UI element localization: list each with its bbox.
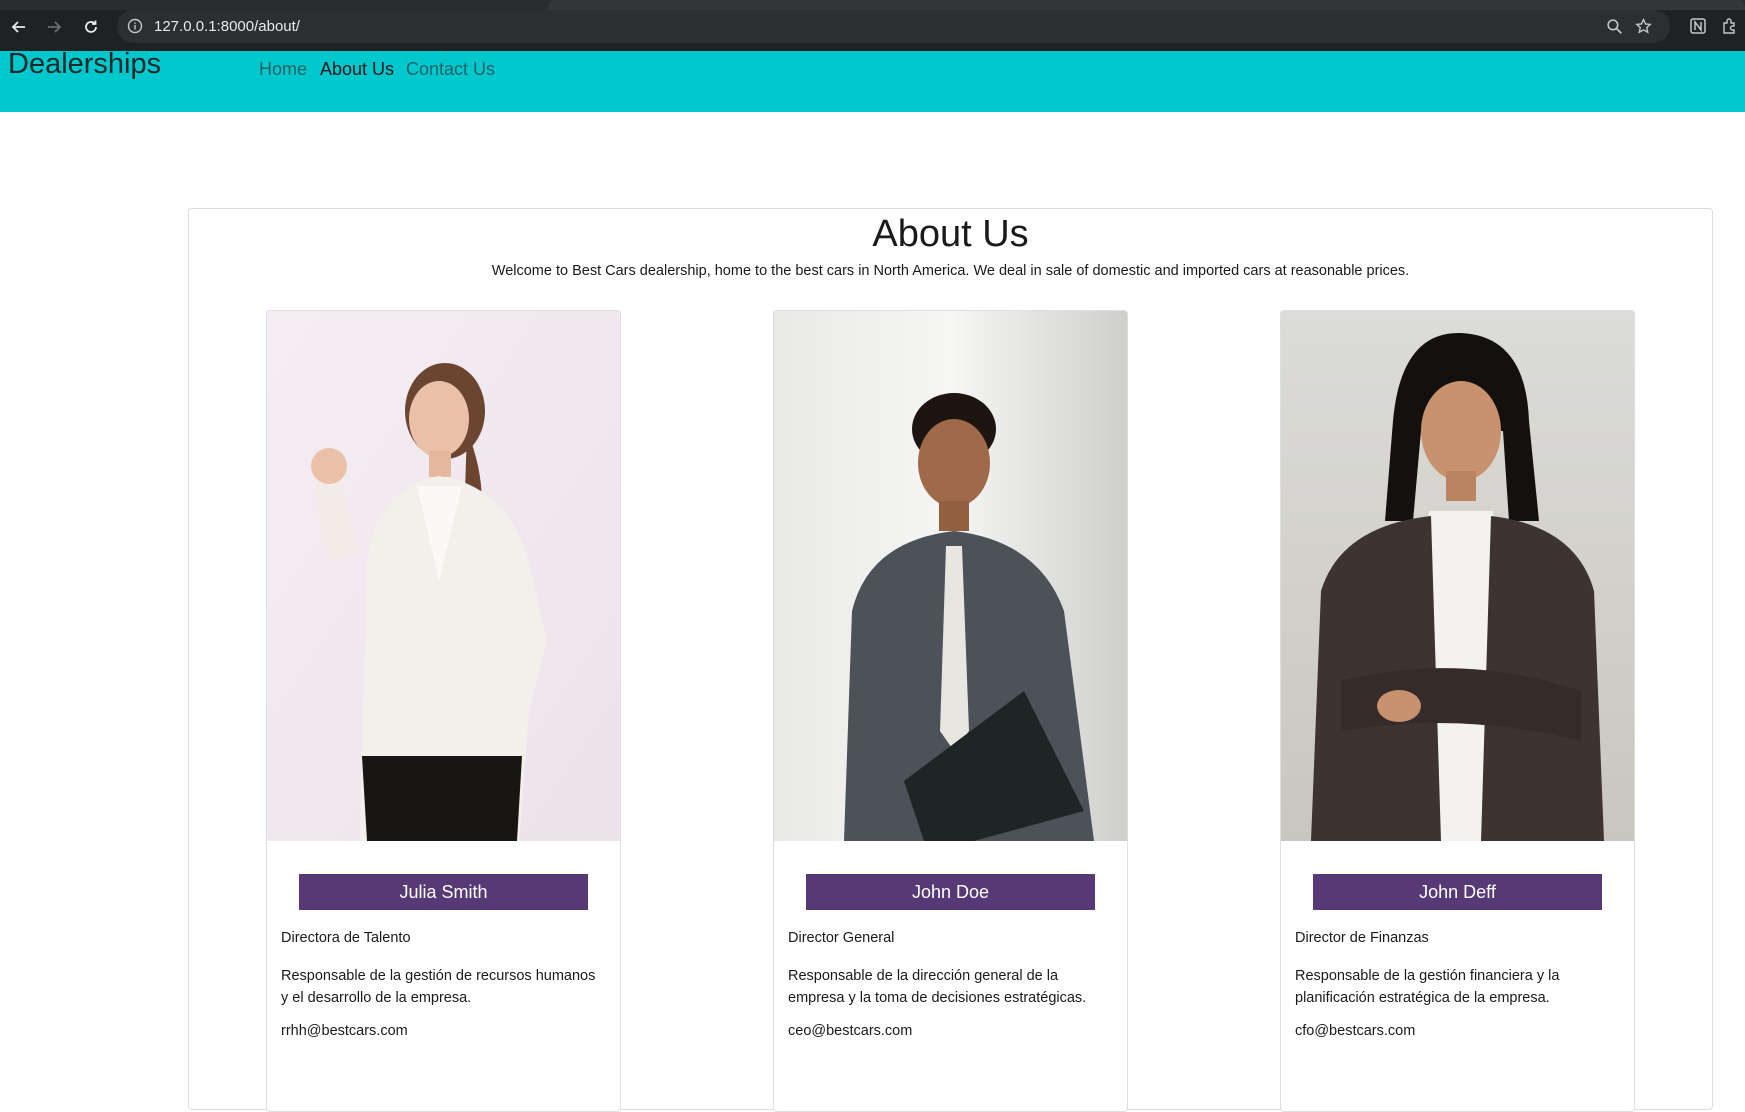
portrait-photo [1281,311,1634,841]
description-text: Responsable de la dirección general de l… [788,968,1087,1006]
zoom-icon[interactable] [1606,18,1623,35]
email-text: ceo@bestcars.com [788,1023,913,1039]
nav-link-home[interactable]: Home [259,59,307,80]
description-text: Responsable de la gestión de recursos hu… [281,968,596,1006]
reload-button[interactable] [78,14,104,40]
nav-link-about-us[interactable]: About Us [320,59,394,80]
arrow-right-icon [48,21,62,33]
notion-extension-icon[interactable] [1689,17,1707,35]
nav-link-contact-us[interactable]: Contact Us [406,59,495,80]
name-banner: Julia Smith [299,874,588,910]
intro-text: Welcome to Best Cars dealership, home to… [491,263,1410,279]
info-icon[interactable] [127,18,143,34]
name-banner: John Deff [1313,874,1602,910]
arrow-left-icon [11,21,25,33]
extensions-puzzle-icon[interactable] [1721,17,1739,35]
portrait-photo [267,311,620,841]
role-text: Director de Finanzas [1295,930,1429,946]
portrait-photo [774,311,1127,841]
site-navbar: Dealerships Home About Us Contact Us [0,48,1745,112]
back-button[interactable] [6,14,32,40]
brand-logo[interactable]: Dealerships [8,48,161,81]
role-text: Directora de Talento [281,930,411,946]
address-bar[interactable]: 127.0.0.1:8000/about/ [117,10,1670,43]
bookmark-star-icon[interactable] [1635,18,1652,35]
email-text: rrhh@bestcars.com [281,1023,408,1039]
team-member-card: John Doe Director General Responsable de… [773,310,1128,1112]
active-tab[interactable] [548,0,1745,10]
url-text[interactable]: 127.0.0.1:8000/about/ [154,18,300,35]
about-card: About Us Welcome to Best Cars dealership… [188,208,1713,1112]
description-text: Responsable de la gestión financiera y l… [1295,968,1560,1006]
name-banner: John Doe [806,874,1095,910]
email-text: cfo@bestcars.com [1295,1023,1416,1039]
team-member-card: John Deff Director de Finanzas Responsab… [1280,310,1635,1112]
page-title: About Us [872,213,1029,255]
role-text: Director General [788,930,895,946]
team-member-card: Julia Smith Directora de Talento Respons… [266,310,621,1112]
tab-strip [0,0,1745,10]
reload-icon [85,20,97,33]
forward-button[interactable] [41,14,67,40]
browser-toolbar: 127.0.0.1:8000/about/ [0,0,1745,51]
